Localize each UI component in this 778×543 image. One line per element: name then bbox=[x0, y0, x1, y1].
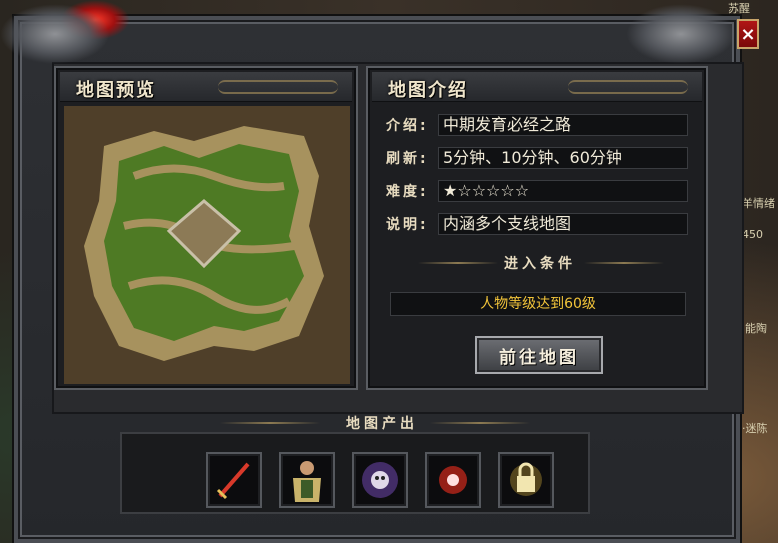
info-label: 介绍: bbox=[386, 118, 429, 134]
info-value: 内涵多个支线地图 bbox=[438, 213, 688, 235]
dragon-ornament-right bbox=[626, 4, 736, 64]
map-preview-image[interactable] bbox=[64, 106, 350, 384]
divider bbox=[584, 262, 664, 264]
panel-title: 地图预览 bbox=[76, 80, 156, 101]
drop-item-slot[interactable] bbox=[279, 452, 335, 508]
info-row-intro: 介绍: 中期发育必经之路 bbox=[386, 114, 688, 136]
dragon-ornament-left bbox=[0, 4, 110, 64]
info-row-difficulty: 难度: ★☆☆☆☆☆ bbox=[386, 180, 688, 202]
info-row-description: 说明: 内涵多个支线地图 bbox=[386, 213, 688, 235]
panel-header: 地图预览 bbox=[60, 72, 352, 102]
sword-icon bbox=[216, 462, 250, 500]
map-drops-bar bbox=[120, 432, 590, 514]
bg-text: 450 bbox=[742, 228, 763, 241]
map-preview-panel: 地图预览 bbox=[54, 66, 358, 390]
info-label: 说明: bbox=[386, 217, 429, 233]
entry-conditions-title: 进入条件 bbox=[504, 256, 576, 272]
panel-header: 地图介绍 bbox=[372, 72, 702, 102]
fire-orb-icon bbox=[439, 466, 467, 494]
go-to-map-button[interactable]: 前往地图 bbox=[475, 336, 603, 374]
armor-icon bbox=[293, 461, 321, 502]
info-value: 5分钟、10分钟、60分钟 bbox=[438, 147, 688, 169]
close-icon: × bbox=[740, 23, 756, 45]
panel-title: 地图介绍 bbox=[388, 80, 468, 101]
ornament-decoration bbox=[568, 80, 688, 94]
difficulty-stars: ★☆☆☆☆☆ bbox=[438, 180, 688, 202]
info-value: 中期发育必经之路 bbox=[438, 114, 688, 136]
info-label: 难度: bbox=[386, 184, 429, 200]
close-button[interactable]: × bbox=[737, 19, 759, 49]
ornament-decoration bbox=[218, 80, 338, 94]
drop-item-slot[interactable] bbox=[498, 452, 554, 508]
skull-orb-icon bbox=[362, 462, 398, 498]
entry-requirement: 人物等级达到60级 bbox=[390, 292, 686, 316]
bg-text: 能陶 bbox=[745, 322, 767, 335]
bg-text: ·迷陈 bbox=[742, 422, 768, 435]
divider bbox=[418, 262, 498, 264]
drop-item-slot[interactable] bbox=[352, 452, 408, 508]
lock-book-icon bbox=[510, 462, 542, 496]
drop-item-slot[interactable] bbox=[206, 452, 262, 508]
map-intro-panel: 地图介绍 介绍: 中期发育必经之路 刷新: 5分钟、10分钟、60分钟 难度: … bbox=[366, 66, 708, 390]
map-terrain-icon bbox=[64, 106, 350, 384]
info-label: 刷新: bbox=[386, 151, 429, 167]
drop-item-slot[interactable] bbox=[425, 452, 481, 508]
divider bbox=[220, 422, 320, 424]
info-row-refresh: 刷新: 5分钟、10分钟、60分钟 bbox=[386, 147, 688, 169]
bg-text: 羊情绪 bbox=[742, 197, 775, 210]
divider bbox=[430, 422, 530, 424]
map-drops-title: 地图产出 bbox=[346, 416, 418, 432]
